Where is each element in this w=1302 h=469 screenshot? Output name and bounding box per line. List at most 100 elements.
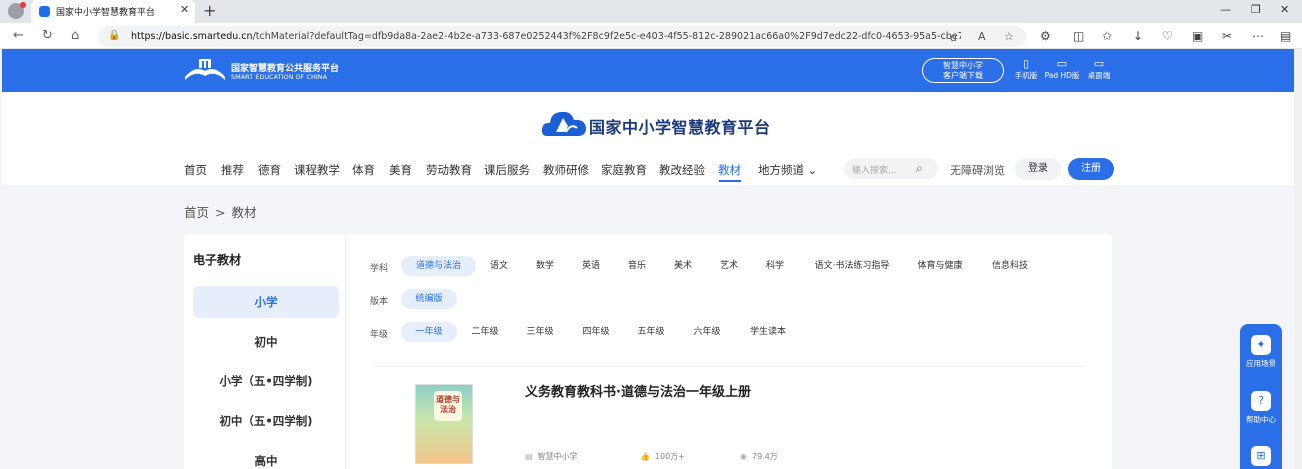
subject-label: 学科 [370,264,389,274]
sidebar-item-senior[interactable]: 高中 [193,445,339,469]
browser-tab-bar: 国家中小学智慧教育平台 ✕ + — ❐ ✕ [0,0,1302,23]
book-cover-title: 道德与法治 [434,391,462,421]
nav-moral[interactable]: 德育 [258,162,281,178]
minimize-icon[interactable]: — [1220,3,1231,16]
close-tab-icon[interactable]: ✕ [180,3,189,16]
search-icon[interactable]: ⌕ [916,161,923,176]
eye-icon: ◉ [740,452,747,461]
grade-chip[interactable]: 四年级 [577,322,615,342]
grade-chip[interactable]: 三年级 [521,322,559,342]
nav-teacher-training[interactable]: 教师研修 [543,162,589,178]
app-scenarios-button[interactable]: ✦ 应用场景 [1240,335,1282,369]
subject-chip[interactable]: 道德与法治 [401,256,476,276]
subject-chip[interactable]: 美术 [666,256,700,276]
favorites-icon[interactable]: ✩ [1102,29,1112,43]
read-aloud-icon[interactable]: A [978,30,986,43]
subject-chip[interactable]: 语文 [482,256,516,276]
breadcrumb-separator: > [215,205,226,220]
platform-logo-icon[interactable] [183,57,227,81]
help-center-button[interactable]: ? 帮助中心 [1240,391,1282,425]
floating-service-panel: ✦ 应用场景 ? 帮助中心 ⊞ [1240,324,1282,469]
new-tab-icon[interactable]: + [203,1,216,20]
textbook-card: 电子教材 小学 初中 小学（五•四学制) 初中（五•四学制) 高中 学科 道德与… [184,234,1112,469]
desktop-icon: ▭ [1093,57,1105,70]
sidebar-item-junior[interactable]: 初中 [193,326,339,358]
nav-reform[interactable]: 教改经验 [659,162,705,178]
screenshot-icon[interactable]: ✂ [1222,29,1232,43]
sidebar-toggle-icon[interactable]: ▤ [1280,29,1291,43]
browser-essentials-icon[interactable]: ♡ [1162,29,1173,43]
sidebar-item-primary-54[interactable]: 小学（五•四学制) [193,365,339,397]
refresh-icon[interactable]: ↻ [42,28,53,43]
more-menu-icon[interactable]: ⋯ [1252,29,1264,43]
breadcrumb: 首页 > 教材 [184,202,263,221]
subject-chip[interactable]: 科学 [758,256,792,276]
nav-after-school[interactable]: 课后服务 [484,162,530,178]
profile-avatar[interactable] [8,2,26,19]
subject-chip[interactable]: 信息科技 [982,256,1038,276]
home-icon[interactable]: ⌂ [71,28,79,43]
back-icon[interactable]: ← [13,28,24,43]
pad-version-link[interactable]: ▭ Pad HD版 [1042,57,1082,81]
subject-chip[interactable]: 音乐 [620,256,654,276]
book-views: ◉ 79.4万 [740,452,778,461]
breadcrumb-textbooks: 教材 [231,205,257,220]
tablet-icon: ▭ [1056,57,1068,70]
downloads-icon[interactable]: ↓ [1133,29,1143,43]
grade-chip[interactable]: 一年级 [401,322,457,342]
collections-icon[interactable]: ▣ [1192,29,1203,43]
subject-chip[interactable]: 数学 [528,256,562,276]
platform-name-en: SMART EDUCATION OF CHINA [231,73,328,81]
nav-arts[interactable]: 美育 [389,162,412,178]
edition-chip[interactable]: 统编版 [401,289,457,309]
login-button[interactable]: 登录 [1015,158,1061,180]
nav-home[interactable]: 首页 [184,162,207,178]
subject-chip[interactable]: 体育与健康 [908,256,972,276]
split-screen-icon[interactable]: ◫ [1073,29,1084,43]
textbook-sidebar: 电子教材 小学 初中 小学（五•四学制) 初中（五•四学制) 高中 [184,234,346,469]
edition-label: 版本 [370,297,389,307]
active-nav-indicator [719,180,741,182]
url-field[interactable]: 🔒 https://basic.smartedu.cn/tchMaterial?… [98,26,1026,47]
more-apps-button[interactable]: ⊞ [1240,446,1282,469]
client-download-button[interactable]: 智慧中小学 客户端下载 [922,58,1004,83]
subject-chip[interactable]: 语文·书法练习指导 [804,256,900,276]
grade-chip[interactable]: 学生读本 [744,322,792,342]
sidebar-item-primary[interactable]: 小学 [193,286,339,318]
subject-chip[interactable]: 英语 [574,256,608,276]
brand-cloud-logo-icon[interactable] [541,106,587,140]
nav-labor[interactable]: 劳动教育 [426,162,472,178]
brand-title: 国家中小学智慧教育平台 [589,118,771,137]
nav-recommend[interactable]: 推荐 [221,162,244,178]
nav-sports[interactable]: 体育 [352,162,375,178]
book-title[interactable]: 义务教育教科书·道德与法治一年级上册 [525,381,751,400]
grade-chip[interactable]: 五年级 [632,322,670,342]
desktop-version-link[interactable]: ▭ 桌面端 [1079,57,1119,81]
address-bar: ← ↻ ⌂ 🔒 https://basic.smartedu.cn/tchMat… [0,23,1302,49]
help-icon: ? [1251,391,1271,411]
close-window-icon[interactable]: ✕ [1280,3,1289,16]
nav-local-channels[interactable]: 地方频道 ⌄ [758,162,817,178]
tab-title: 国家中小学智慧教育平台 [56,8,156,18]
grade-chip[interactable]: 二年级 [466,322,504,342]
mobile-version-link[interactable]: ▯ 手机版 [1006,57,1046,81]
restore-icon[interactable]: ❐ [1251,3,1261,16]
nav-family[interactable]: 家庭教育 [601,162,647,178]
book-cover-image[interactable]: 道德与法治 [415,384,473,464]
search-input[interactable]: 输入搜索... ⌕ [844,158,938,179]
sidebar-item-junior-54[interactable]: 初中（五•四学制) [193,405,339,437]
browser-tab[interactable]: 国家中小学智慧教育平台 ✕ [31,0,195,23]
page-scrollbar[interactable] [1294,49,1302,469]
accessibility-link[interactable]: 无障碍浏览 [950,162,1005,178]
favorite-star-icon[interactable]: ☆ [1004,30,1014,43]
nav-textbooks[interactable]: 教材 [718,162,741,178]
nav-courses[interactable]: 课程教学 [294,162,340,178]
translate-icon[interactable]: ꭤ [950,30,957,45]
lock-icon: 🔒 [108,30,121,41]
register-button[interactable]: 注册 [1068,158,1114,180]
subject-chip[interactable]: 艺术 [712,256,746,276]
site-header: 国家中小学智慧教育平台 首页 推荐 德育 课程教学 体育 美育 劳动教育 课后服… [2,92,1294,185]
extensions-icon[interactable]: ⚙ [1040,29,1051,43]
grade-chip[interactable]: 六年级 [688,322,726,342]
breadcrumb-home[interactable]: 首页 [184,205,209,220]
